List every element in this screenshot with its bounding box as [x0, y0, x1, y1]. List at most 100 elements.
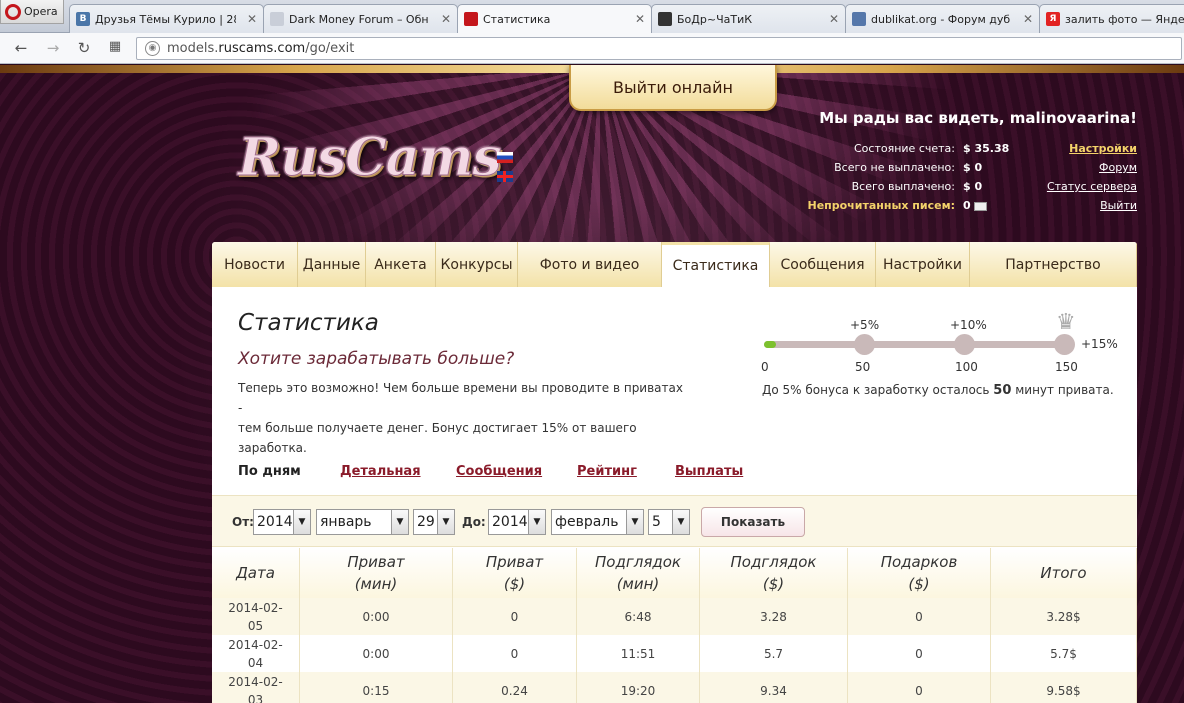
from-month-select[interactable]: январь ▼ — [316, 509, 409, 535]
browser-tab[interactable]: B Друзья Тёмы Курило | 28 ✕ — [69, 4, 264, 33]
account-label: Состояние счета: — [854, 142, 955, 155]
intro-description: Теперь это возможно! Чем больше времени … — [238, 378, 688, 458]
table-column-header[interactable]: Подглядок (мин) — [577, 548, 700, 598]
progress-tick-label: 0 — [761, 360, 769, 374]
mail-icon[interactable] — [973, 201, 987, 211]
close-tab-icon[interactable]: ✕ — [829, 12, 839, 26]
table-column-header[interactable]: Подарков ($) — [848, 548, 991, 598]
page-icon — [270, 12, 284, 26]
forum-link[interactable]: Форум — [1099, 161, 1137, 174]
account-value: $ 35.38 — [963, 142, 1009, 155]
browser-tab-title: Друзья Тёмы Курило | 28 — [95, 12, 236, 26]
opera-menu-button[interactable]: Opera — [0, 0, 64, 24]
table-body: 2014-02- 05 0:00 0 6:48 3.28 0 3.28$ 2014-02- 0… — [212, 598, 1137, 703]
close-tab-icon[interactable]: ✕ — [247, 12, 257, 26]
close-tab-icon[interactable]: ✕ — [1023, 12, 1033, 26]
account-label: Всего выплачено: — [851, 180, 955, 193]
subnav-rating[interactable]: Рейтинг — [577, 464, 637, 479]
to-day-value: 5 — [652, 514, 661, 530]
browser-tab[interactable]: Язалить фото — Яндекс — [1039, 4, 1184, 33]
browser-tab-title: dublikat.org - Форум дуб — [871, 12, 1011, 26]
main-tab[interactable]: Данные — [298, 242, 366, 287]
browser-tab-title: БоДр~ЧаТиК — [677, 12, 753, 26]
bonus-minutes-left: 50 — [993, 383, 1012, 398]
bonus-progress: ♛ 0 50 +5% 100 +10% 150 +15% — [761, 302, 1122, 392]
table-cell: 11:51 — [577, 635, 700, 672]
browser-tab-title: Dark Money Forum – Обн — [289, 12, 429, 26]
speed-dial-icon[interactable]: ▦ — [106, 39, 124, 54]
table-cell: 0 — [453, 635, 577, 672]
show-button[interactable]: Показать — [701, 507, 805, 537]
account-row: Всего не выплачено: $ 0 — [0, 161, 1184, 179]
browser-tab[interactable]: БоДр~ЧаТиК ✕ — [651, 4, 846, 33]
opera-label: Opera — [24, 5, 58, 18]
table-column-header[interactable]: Итого — [991, 548, 1137, 598]
progress-percent-label: +10% — [950, 318, 987, 332]
account-value: $ 0 — [963, 180, 982, 193]
progress-tick-label: 100 — [955, 360, 978, 374]
subnav-by-days[interactable]: По дням — [238, 464, 301, 479]
progress-tick-label: 150 — [1055, 360, 1078, 374]
table-row: 2014-02- 03 0:15 0.24 19:20 9.34 0 9.58$ — [212, 672, 1137, 703]
back-icon[interactable]: ← — [12, 39, 30, 57]
table-cell: 5.7 — [700, 635, 848, 672]
table-cell: 5.7$ — [991, 635, 1137, 672]
logout-online-button[interactable]: Выйти онлайн — [569, 65, 777, 111]
progress-tick-label: 50 — [855, 360, 871, 374]
settings-link[interactable]: Настройки — [1069, 142, 1137, 155]
table-cell: 0 — [848, 635, 991, 672]
account-row: Непрочитанных писем: 0 — [0, 199, 1184, 217]
progress-percent-label: +5% — [850, 318, 880, 332]
from-day-select[interactable]: 29 ▼ — [413, 509, 455, 535]
table-cell: 0:00 — [300, 598, 453, 635]
to-month-select[interactable]: февраль ▼ — [551, 509, 644, 535]
main-tab[interactable]: Фото и видео — [518, 242, 662, 287]
dropdown-arrow-icon: ▼ — [437, 510, 454, 534]
progress-milestone — [1054, 334, 1075, 355]
browser-tab[interactable]: Dark Money Forum – Обн ✕ — [263, 4, 458, 33]
subnav-messages[interactable]: Сообщения — [456, 464, 542, 479]
table-cell: 0:00 — [300, 635, 453, 672]
reload-icon[interactable]: ↻ — [75, 39, 93, 57]
url-path: /go/exit — [305, 41, 355, 56]
logout-link[interactable]: Выйти — [1100, 199, 1137, 212]
main-tab[interactable]: Настройки — [876, 242, 970, 287]
server-status-link[interactable]: Статус сервера — [1047, 180, 1137, 193]
forward-icon[interactable]: → — [44, 39, 62, 57]
table-header: Дата Приват (мин) Приват ($) Подглядок (мин… — [212, 548, 1137, 598]
main-tab[interactable]: Партнерство — [970, 242, 1137, 287]
from-year-select[interactable]: 2014 ▼ — [253, 509, 311, 535]
table-cell: 2014-02- 03 — [212, 672, 300, 703]
table-column-header[interactable]: Приват (мин) — [300, 548, 453, 598]
to-year-select[interactable]: 2014 ▼ — [488, 509, 546, 535]
main-tab[interactable]: Сообщения — [770, 242, 876, 287]
subnav-detailed[interactable]: Детальная — [340, 464, 421, 479]
main-tab[interactable]: Анкета — [366, 242, 436, 287]
page-subtitle: Хотите зарабатывать больше? — [238, 349, 515, 369]
vk-icon: B — [76, 12, 90, 26]
table-cell: 0:15 — [300, 672, 453, 703]
browser-tab-bar: Opera B Друзья Тёмы Курило | 28 ✕ Dark Mone… — [0, 0, 1184, 33]
close-tab-icon[interactable]: ✕ — [635, 12, 645, 26]
table-cell: 0 — [453, 598, 577, 635]
close-tab-icon[interactable]: ✕ — [441, 12, 451, 26]
table-cell: 3.28$ — [991, 598, 1137, 635]
ruscams-icon — [464, 12, 478, 26]
table-column-header[interactable]: Дата — [212, 548, 300, 598]
browser-tab[interactable]: Статистика ✕ — [457, 4, 652, 33]
table-cell: 0 — [848, 672, 991, 703]
subnav-payouts[interactable]: Выплаты — [675, 464, 743, 479]
account-row: Всего выплачено: $ 0 — [0, 180, 1184, 198]
browser-tab[interactable]: dublikat.org - Форум дуб ✕ — [845, 4, 1040, 33]
stats-subnav: По дням Детальная Сообщения Рейтинг Выпл… — [212, 455, 1137, 493]
main-tab[interactable]: Конкурсы — [436, 242, 518, 287]
main-tab[interactable]: Статистика — [662, 242, 770, 287]
to-day-select[interactable]: 5 ▼ — [648, 509, 690, 535]
browser-tab-title: залить фото — Яндекс — [1065, 12, 1184, 26]
table-cell: 0.24 — [453, 672, 577, 703]
table-column-header[interactable]: Приват ($) — [453, 548, 577, 598]
table-column-header[interactable]: Подглядок ($) — [700, 548, 848, 598]
page-icon — [852, 12, 866, 26]
address-bar[interactable]: ◉ models.ruscams.com/go/exit — [136, 37, 1182, 60]
main-tab[interactable]: Новости — [212, 242, 298, 287]
